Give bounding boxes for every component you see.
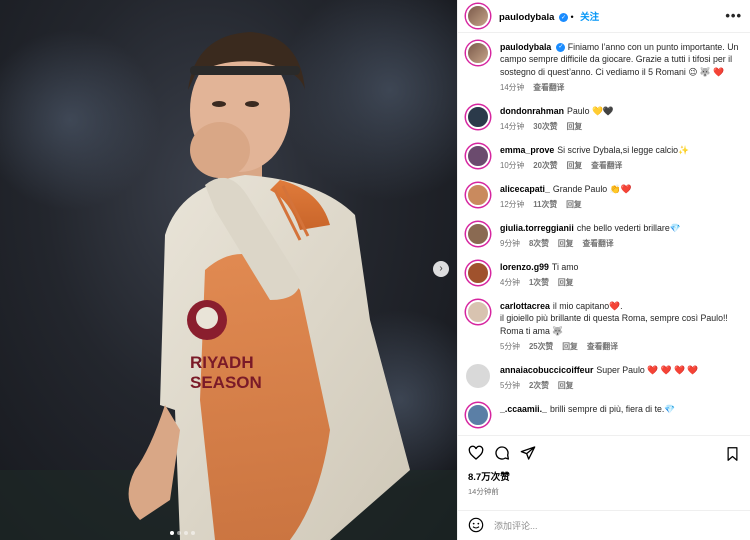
reply-button[interactable]: 回复 <box>567 160 583 173</box>
comment-likes[interactable]: 1次赞 <box>529 277 549 290</box>
player-illustration: RIYADH SEASON <box>0 0 457 540</box>
commenter-avatar[interactable] <box>466 260 490 285</box>
see-translation-link[interactable]: 查看翻译 <box>591 160 622 173</box>
see-translation-link[interactable]: 查看翻译 <box>582 238 613 251</box>
commenter-avatar[interactable] <box>466 363 490 388</box>
commenter-username[interactable]: emma_prove <box>500 145 554 155</box>
commenter-avatar[interactable] <box>466 299 490 324</box>
add-comment-bar: 添加评论... <box>458 510 750 540</box>
follow-button[interactable]: 关注 <box>580 12 599 23</box>
commenter-avatar[interactable] <box>466 143 490 168</box>
see-translation-link[interactable]: 查看翻译 <box>533 82 564 95</box>
caption-avatar[interactable] <box>466 40 490 65</box>
carousel-dot <box>170 531 174 535</box>
reply-button[interactable]: 回复 <box>562 341 578 354</box>
add-comment-input[interactable]: 添加评论... <box>494 519 538 532</box>
comment-text: brilli sempre di più, fiera di te.💎 <box>549 403 676 414</box>
comment-likes[interactable]: 30次赞 <box>533 121 557 134</box>
comment-item: lorenzo.g99 Ti amo 4分钟 1次赞 回复 <box>466 260 742 290</box>
comment-likes[interactable]: 20次赞 <box>533 160 557 173</box>
caption-item: paulodybala ✓ Finiamo l’anno con un punto… <box>466 40 742 95</box>
post-actions: 8.7万次赞 14分钟前 <box>458 435 750 510</box>
reply-button[interactable]: 回复 <box>566 199 582 212</box>
verified-badge-icon: ✓ <box>558 13 568 23</box>
carousel-dot <box>177 531 181 535</box>
more-options-icon[interactable]: ••• <box>725 8 742 23</box>
commenter-username[interactable]: carlottacrea <box>500 301 550 311</box>
heart-icon[interactable] <box>468 445 484 461</box>
comment-likes[interactable]: 2次赞 <box>529 380 549 393</box>
sponsor-text-2: SEASON <box>190 373 262 392</box>
commenter-username[interactable]: lorenzo.g99 <box>500 262 549 272</box>
caption-time: 14分钟 <box>500 83 525 93</box>
comment-time: 9分钟 <box>500 239 520 249</box>
author-username[interactable]: paulodybala <box>499 12 554 23</box>
comment-text: Super Paulo ❤️ ❤️ ❤️ ❤️ <box>596 364 699 375</box>
carousel-pagination <box>170 531 195 535</box>
comment-bubble-icon[interactable] <box>494 445 510 461</box>
commenter-username[interactable]: alicecapati_ <box>500 184 550 194</box>
comment-text: Ti amo <box>551 261 579 272</box>
carousel-dot <box>191 531 195 535</box>
comment-time: 5分钟 <box>500 381 520 391</box>
carousel-next-button[interactable]: › <box>433 261 449 277</box>
comment-text: Paulo 💛🖤 <box>567 105 614 116</box>
sponsor-text-1: RIYADH <box>190 353 254 372</box>
carousel-dot <box>184 531 188 535</box>
comment-text: che bello vederti brillare💎 <box>576 222 681 233</box>
commenter-username[interactable]: annaiacobuccicoiffeur <box>500 365 593 375</box>
commenter-avatar[interactable] <box>466 221 490 246</box>
smiley-icon[interactable] <box>468 517 484 535</box>
comment-item: carlottacrea il mio capitano❤️. il gioiel… <box>466 299 742 354</box>
comment-item: alicecapati_ Grande Paulo 👏❤️ 12分钟 11次赞 回复 <box>466 182 742 212</box>
author-avatar[interactable] <box>466 3 490 28</box>
comment-time: 5分钟 <box>500 342 520 352</box>
comment-likes[interactable]: 8次赞 <box>529 238 549 251</box>
comment-text: Si scrive Dybala,si legge calcio✨ <box>557 144 689 155</box>
reply-button[interactable]: 回复 <box>567 121 583 134</box>
comment-item: dondonrahman Paulo 💛🖤 14分钟 30次赞 回复 <box>466 104 742 134</box>
post-side-panel: paulodybala ✓ • 关注 ••• paulodybala ✓ Fini… <box>457 0 750 540</box>
comment-item: giulia.torreggianii che bello vederti bri… <box>466 221 742 251</box>
separator: • <box>570 11 577 22</box>
comment-time: 10分钟 <box>500 161 525 171</box>
posted-time: 14分钟前 <box>468 487 499 497</box>
comment-item: annaiacobuccicoiffeur Super Paulo ❤️ ❤️ ❤… <box>466 363 742 393</box>
reply-button[interactable]: 回复 <box>558 380 574 393</box>
commenter-username[interactable]: giulia.torreggianii <box>500 223 574 233</box>
comment-item: emma_prove Si scrive Dybala,si legge calc… <box>466 143 742 173</box>
chevron-right-icon: › <box>439 263 443 274</box>
comment-item: _.ccaamii._ brilli sempre di più, fiera d… <box>466 402 742 427</box>
comment-time: 12分钟 <box>500 200 525 210</box>
commenter-username[interactable]: dondonrahman <box>500 106 564 116</box>
instagram-post-viewer: RIYADH SEASON › paulodybala ✓ • 关注 ••• p… <box>0 0 750 540</box>
bookmark-icon[interactable] <box>725 446 740 464</box>
comment-text: Grande Paulo 👏❤️ <box>552 183 632 194</box>
commenter-username[interactable]: _.ccaamii._ <box>500 404 547 414</box>
caption-username[interactable]: paulodybala <box>500 42 551 52</box>
commenter-avatar[interactable] <box>466 402 490 427</box>
reply-button[interactable]: 回复 <box>558 277 574 290</box>
commenter-avatar[interactable] <box>466 182 490 207</box>
paper-plane-icon[interactable] <box>520 445 536 461</box>
reply-button[interactable]: 回复 <box>558 238 574 251</box>
comment-likes[interactable]: 25次赞 <box>529 341 553 354</box>
see-translation-link[interactable]: 查看翻译 <box>587 341 618 354</box>
comment-time: 14分钟 <box>500 122 525 132</box>
likes-count[interactable]: 8.7万次赞 <box>468 469 740 483</box>
comments-list[interactable]: paulodybala ✓ Finiamo l’anno con un punto… <box>458 33 750 435</box>
verified-badge-icon: ✓ <box>556 43 566 53</box>
comment-likes[interactable]: 11次赞 <box>533 199 557 212</box>
comment-time: 4分钟 <box>500 278 520 288</box>
post-photo[interactable]: RIYADH SEASON › <box>0 0 457 540</box>
post-header: paulodybala ✓ • 关注 ••• <box>458 0 750 33</box>
commenter-avatar[interactable] <box>466 104 490 129</box>
